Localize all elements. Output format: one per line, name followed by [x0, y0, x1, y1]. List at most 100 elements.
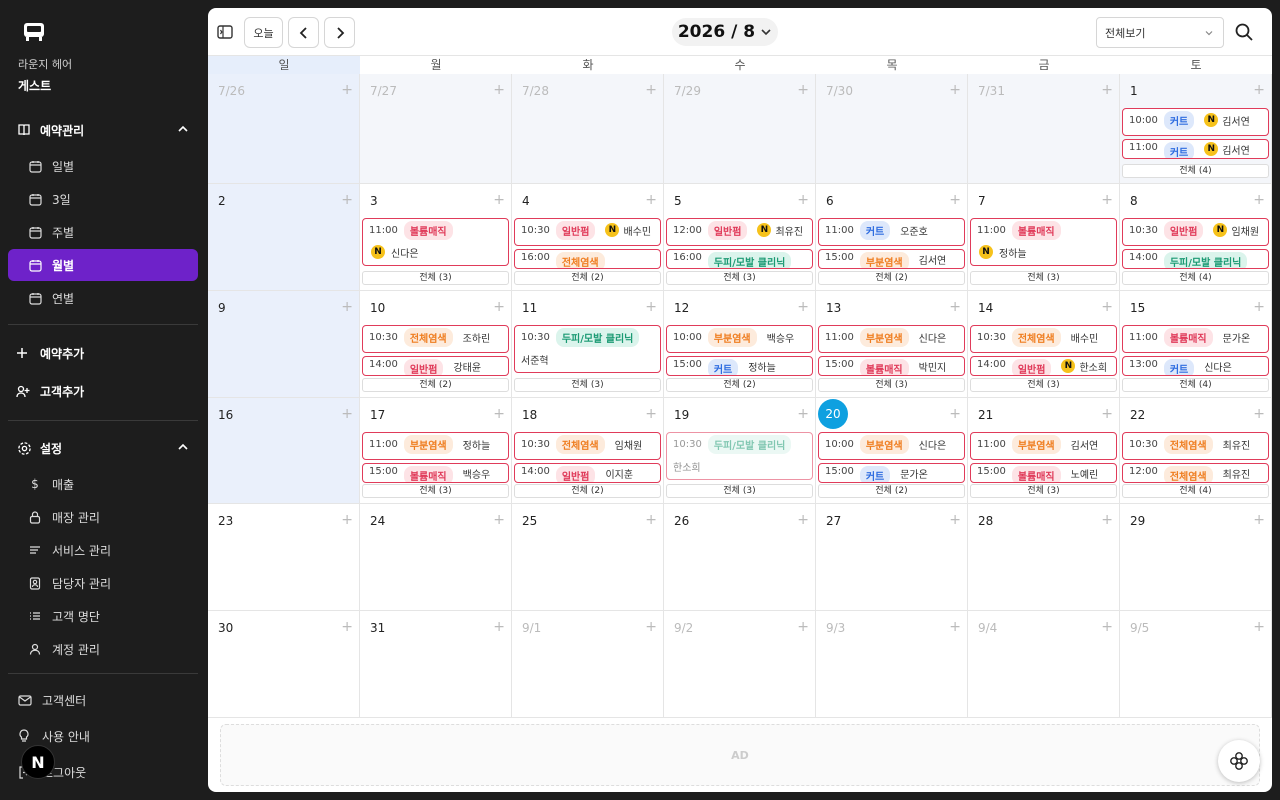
day-cell[interactable]: 22 +10:30 전체염색 최유진 12:00 전체염색 최유진 전체 (4): [1120, 398, 1272, 504]
day-cell[interactable]: 9/2 +: [664, 611, 816, 718]
floating-action-button[interactable]: [1218, 740, 1260, 782]
add-appointment-plus-icon[interactable]: +: [1101, 620, 1113, 634]
show-all-button[interactable]: 전체 (3): [970, 484, 1117, 498]
nav-daily[interactable]: 일별: [8, 150, 198, 182]
appointment-card[interactable]: 10:00 부분염색 신다은: [818, 432, 965, 460]
add-appointment-plus-icon[interactable]: +: [493, 83, 505, 97]
add-appointment-plus-icon[interactable]: +: [493, 407, 505, 421]
add-appointment-plus-icon[interactable]: +: [341, 513, 353, 527]
show-all-button[interactable]: 전체 (2): [818, 271, 965, 285]
appointment-card[interactable]: 11:00 볼륨매직 문가온: [1122, 325, 1269, 353]
nav-customer-list[interactable]: 고객 명단: [8, 600, 198, 632]
appointment-card[interactable]: 11:00 부분염색 정하늘: [362, 432, 509, 460]
appointment-card[interactable]: 10:30 전체염색 조하린: [362, 325, 509, 353]
add-appointment-plus-icon[interactable]: +: [645, 620, 657, 634]
day-cell[interactable]: 20 +10:00 부분염색 신다은 15:00 커트 문가온 전체 (2): [816, 398, 968, 504]
nav-account-manage[interactable]: 계정 관리: [8, 633, 198, 665]
show-all-button[interactable]: 전체 (3): [362, 271, 509, 285]
add-appointment-plus-icon[interactable]: +: [645, 83, 657, 97]
today-button[interactable]: 오늘: [244, 17, 283, 48]
add-appointment-plus-icon[interactable]: +: [949, 300, 961, 314]
appointment-card[interactable]: 15:00 커트 문가온: [818, 463, 965, 483]
day-cell[interactable]: 17 +11:00 부분염색 정하늘 15:00 볼륨매직 백승우 전체 (3): [360, 398, 512, 504]
day-cell[interactable]: 18 +10:30 전체염색 임채원 14:00 일반펌 이지훈 전체 (2): [512, 398, 664, 504]
day-cell[interactable]: 8 +10:30 일반펌 N 임채원 14:00 두피/모발 클리닉 전체 (4): [1120, 184, 1272, 291]
settings-section-toggle[interactable]: 설정: [16, 436, 192, 460]
show-all-button[interactable]: 전체 (4): [1122, 378, 1269, 392]
guide-link[interactable]: 사용 안내: [18, 726, 90, 746]
appointment-card[interactable]: 10:30 두피/모발 클리닉 한소희: [666, 432, 813, 480]
appointment-card[interactable]: 10:30 전체염색 임채원: [514, 432, 661, 460]
day-cell[interactable]: 7/30 +: [816, 74, 968, 184]
appointment-card[interactable]: 12:00 일반펌 N 최유진: [666, 218, 813, 246]
show-all-button[interactable]: 전체 (3): [362, 484, 509, 498]
next-month-button[interactable]: [324, 17, 355, 48]
add-appointment-plus-icon[interactable]: +: [341, 300, 353, 314]
nav-store-manage[interactable]: 매장 관리: [8, 501, 198, 533]
n-badge-avatar[interactable]: N: [21, 745, 55, 779]
day-cell[interactable]: 28 +: [968, 504, 1120, 611]
show-all-button[interactable]: 전체 (2): [818, 484, 965, 498]
reservation-section-toggle[interactable]: 예약관리: [16, 118, 192, 142]
nav-monthly[interactable]: 월별: [8, 249, 198, 281]
add-appointment-plus-icon[interactable]: +: [949, 407, 961, 421]
appointment-card[interactable]: 12:00 전체염색 최유진: [1122, 463, 1269, 483]
nav-staff-manage[interactable]: 담당자 관리: [8, 567, 198, 599]
add-appointment-plus-icon[interactable]: +: [797, 620, 809, 634]
show-all-button[interactable]: 전체 (4): [1122, 484, 1269, 498]
day-cell[interactable]: 26 +: [664, 504, 816, 611]
show-all-button[interactable]: 전체 (3): [514, 378, 661, 392]
appointment-card[interactable]: 15:00 부분염색 김서연: [818, 249, 965, 269]
day-cell[interactable]: 30 +: [208, 611, 360, 718]
day-cell[interactable]: 7/26 +: [208, 74, 360, 184]
appointment-card[interactable]: 14:00 두피/모발 클리닉: [1122, 249, 1269, 269]
day-cell[interactable]: 9 +: [208, 291, 360, 398]
add-appointment-plus-icon[interactable]: +: [949, 513, 961, 527]
day-cell[interactable]: 15 +11:00 볼륨매직 문가온 13:00 커트 신다은 전체 (4): [1120, 291, 1272, 398]
day-cell[interactable]: 31 +: [360, 611, 512, 718]
show-all-button[interactable]: 전체 (3): [970, 378, 1117, 392]
show-all-button[interactable]: 전체 (2): [514, 271, 661, 285]
appointment-card[interactable]: 11:00 볼륨매직 N 신다은: [362, 218, 509, 266]
nav-yearly[interactable]: 연별: [8, 282, 198, 314]
appointment-card[interactable]: 11:00 부분염색 김서연: [970, 432, 1117, 460]
search-icon[interactable]: [1234, 22, 1254, 42]
show-all-button[interactable]: 전체 (4): [1122, 271, 1269, 285]
day-cell[interactable]: 10 +10:30 전체염색 조하린 14:00 일반펌 강태윤 전체 (2): [360, 291, 512, 398]
add-appointment-plus-icon[interactable]: +: [1101, 407, 1113, 421]
appointment-card[interactable]: 15:00 볼륨매직 노예린: [970, 463, 1117, 483]
add-appointment-plus-icon[interactable]: +: [493, 513, 505, 527]
add-appointment-plus-icon[interactable]: +: [341, 620, 353, 634]
show-all-button[interactable]: 전체 (2): [362, 378, 509, 392]
day-cell[interactable]: 16 +: [208, 398, 360, 504]
day-cell[interactable]: 7/31 +: [968, 74, 1120, 184]
add-appointment-plus-icon[interactable]: +: [1253, 407, 1265, 421]
sidebar-toggle-button[interactable]: [214, 20, 236, 44]
day-cell[interactable]: 19 +10:30 두피/모발 클리닉 한소희 전체 (3): [664, 398, 816, 504]
show-all-button[interactable]: 전체 (3): [818, 378, 965, 392]
appointment-card[interactable]: 11:00 볼륨매직 N 정하늘: [970, 218, 1117, 266]
appointment-card[interactable]: 16:00 전체염색: [514, 249, 661, 269]
day-cell[interactable]: 1 +10:00 커트 N 김서연 11:00 커트 N 김서연 전체 (4): [1120, 74, 1272, 184]
appointment-card[interactable]: 11:00 부분염색 신다은: [818, 325, 965, 353]
prev-month-button[interactable]: [288, 17, 319, 48]
add-appointment-plus-icon[interactable]: +: [1101, 83, 1113, 97]
add-appointment-plus-icon[interactable]: +: [949, 193, 961, 207]
day-cell[interactable]: 9/5 +: [1120, 611, 1272, 718]
add-appointment-plus-icon[interactable]: +: [797, 193, 809, 207]
day-cell[interactable]: 27 +: [816, 504, 968, 611]
support-link[interactable]: 고객센터: [18, 690, 86, 710]
nav-3day[interactable]: 3일: [8, 183, 198, 215]
show-all-button[interactable]: 전체 (2): [666, 378, 813, 392]
nav-service-manage[interactable]: 서비스 관리: [8, 534, 198, 566]
ad-banner[interactable]: AD: [220, 724, 1260, 786]
add-appointment-plus-icon[interactable]: +: [645, 407, 657, 421]
day-cell[interactable]: 7/27 +: [360, 74, 512, 184]
add-appointment-plus-icon[interactable]: +: [645, 513, 657, 527]
day-cell[interactable]: 7/28 +: [512, 74, 664, 184]
day-cell[interactable]: 12 +10:00 부분염색 백승우 15:00 커트 정하늘 전체 (2): [664, 291, 816, 398]
show-all-button[interactable]: 전체 (3): [666, 271, 813, 285]
add-appointment-plus-icon[interactable]: +: [797, 407, 809, 421]
appointment-card[interactable]: 11:00 커트 N 김서연: [1122, 139, 1269, 159]
appointment-card[interactable]: 10:00 부분염색 백승우: [666, 325, 813, 353]
